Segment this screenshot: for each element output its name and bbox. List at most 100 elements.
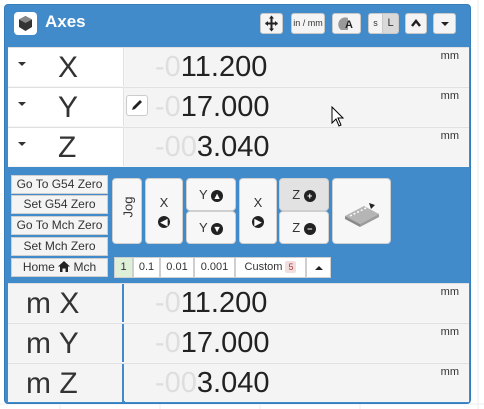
jog-z-plus-button[interactable]: Z + bbox=[279, 178, 329, 211]
axis-label: Y bbox=[58, 91, 79, 124]
leading-zeros: -0 bbox=[155, 287, 181, 319]
jog-label-box: Jog bbox=[112, 178, 142, 244]
units-toggle-button[interactable]: in / mm bbox=[291, 13, 325, 34]
leading-zeros: -0 bbox=[155, 51, 181, 83]
position-value: 11.200 bbox=[180, 51, 268, 83]
axis-label: Z bbox=[58, 131, 77, 164]
step-0-01-button[interactable]: 0.01 bbox=[160, 257, 194, 278]
axis-label: Y bbox=[198, 220, 208, 235]
caret-down-icon bbox=[18, 62, 26, 66]
axis-y-dropdown[interactable]: Y bbox=[8, 88, 124, 126]
auto-gauge-icon: A bbox=[337, 17, 353, 31]
jog-z-minus-button[interactable]: Z − bbox=[279, 211, 329, 244]
caret-down-icon bbox=[18, 142, 26, 146]
unit-label: mm bbox=[440, 50, 459, 62]
collapse-button[interactable] bbox=[405, 13, 427, 34]
axes-cube-icon bbox=[14, 12, 37, 35]
caret-down-icon bbox=[440, 22, 449, 26]
probe-button[interactable] bbox=[332, 178, 391, 244]
move-axes-button[interactable] bbox=[260, 13, 283, 34]
custom-label: Custom bbox=[244, 261, 283, 273]
set-g54-zero-button[interactable]: Set G54 Zero bbox=[11, 195, 108, 214]
position-value: 17.000 bbox=[180, 91, 270, 123]
axis-label: X bbox=[253, 195, 263, 210]
axis-label: Z bbox=[292, 220, 301, 235]
home-machine-button[interactable]: Home Mch bbox=[11, 258, 108, 277]
custom-step-badge: 5 bbox=[285, 261, 297, 273]
step-0-001-button[interactable]: 0.001 bbox=[194, 257, 235, 278]
axis-x-dropdown[interactable]: X bbox=[8, 48, 124, 86]
machine-z-value: -003.040 mm bbox=[125, 364, 469, 402]
machine-x-value: -011.200 mm bbox=[125, 284, 469, 322]
mdro-row-z: m Z -003.040 mm bbox=[8, 363, 469, 402]
dro-row-x: X -011.200 mm bbox=[8, 47, 469, 86]
machine-position-dro: m X -011.200 mm m Y -017.000 mm m Z -003… bbox=[8, 283, 469, 402]
arrow-down-icon: ▼ bbox=[211, 222, 224, 235]
chevron-up-icon bbox=[411, 18, 421, 27]
step-dropdown-button[interactable] bbox=[306, 257, 331, 278]
home-icon bbox=[58, 261, 71, 272]
position-value: 3.040 bbox=[196, 367, 270, 399]
axis-z-value[interactable]: -003.040 mm bbox=[125, 128, 469, 166]
axis-label: m Z bbox=[26, 367, 78, 400]
jog-label: Jog bbox=[120, 196, 136, 218]
machine-axis-x-label: m X bbox=[8, 284, 124, 322]
axes-panel: Axes in / mm A s L X -011.200 mm Y -017.… bbox=[4, 4, 471, 404]
step-custom-button[interactable]: Custom 5 bbox=[235, 257, 306, 278]
plus-icon: + bbox=[303, 189, 316, 202]
menu-dropdown-button[interactable] bbox=[433, 13, 456, 34]
mouse-cursor-icon bbox=[331, 106, 345, 127]
size-small-button[interactable]: s bbox=[368, 13, 383, 34]
pencil-icon bbox=[132, 100, 142, 110]
set-mch-zero-button[interactable]: Set Mch Zero bbox=[11, 237, 108, 256]
position-value: 11.200 bbox=[180, 287, 268, 319]
edit-position-button[interactable] bbox=[126, 95, 148, 116]
jog-controls: Go To G54 Zero Set G54 Zero Go To Mch Ze… bbox=[8, 171, 469, 283]
leading-zeros: -00 bbox=[155, 367, 197, 399]
position-value: 3.040 bbox=[196, 131, 270, 163]
step-1-button[interactable]: 1 bbox=[114, 257, 133, 278]
arrow-left-icon: ◀ bbox=[158, 215, 170, 228]
auto-button[interactable]: A bbox=[332, 13, 361, 34]
unit-label: mm bbox=[440, 366, 459, 378]
jog-x-plus-button[interactable]: X ▶ bbox=[239, 178, 277, 244]
jog-x-minus-button[interactable]: X ◀ bbox=[145, 178, 183, 244]
panel-title: Axes bbox=[45, 12, 86, 31]
axis-x-value[interactable]: -011.200 mm bbox=[125, 48, 469, 86]
goto-g54-zero-button[interactable]: Go To G54 Zero bbox=[11, 175, 108, 194]
mdro-row-x: m X -011.200 mm bbox=[8, 283, 469, 322]
leading-zeros: -0 bbox=[155, 91, 181, 123]
axis-label: Z bbox=[292, 187, 301, 202]
dro-row-z: Z -003.040 mm bbox=[8, 127, 469, 166]
svg-text:A: A bbox=[345, 19, 353, 31]
probe-plate-icon bbox=[344, 203, 379, 227]
goto-mch-zero-button[interactable]: Go To Mch Zero bbox=[11, 216, 108, 235]
home-label: Home bbox=[22, 260, 55, 274]
axis-label: m Y bbox=[26, 327, 79, 360]
axis-label: X bbox=[159, 195, 169, 210]
caret-down-icon bbox=[18, 102, 26, 106]
mdro-row-y: m Y -017.000 mm bbox=[8, 323, 469, 362]
dro-row-y: Y -017.000 mm bbox=[8, 87, 469, 127]
crosshair-icon bbox=[265, 15, 278, 32]
leading-zeros: -0 bbox=[155, 327, 181, 359]
unit-label: mm bbox=[440, 286, 459, 298]
axis-label: Y bbox=[198, 187, 208, 202]
size-large-button[interactable]: L bbox=[382, 13, 399, 34]
axis-y-value[interactable]: -017.000 mm bbox=[125, 88, 469, 127]
axis-z-dropdown[interactable]: Z bbox=[8, 128, 124, 166]
machine-axis-z-label: m Z bbox=[8, 364, 124, 402]
arrow-right-icon: ▶ bbox=[252, 215, 264, 228]
unit-label: mm bbox=[440, 326, 459, 338]
unit-label: mm bbox=[440, 90, 459, 102]
mch-label: Mch bbox=[73, 260, 97, 274]
step-0-1-button[interactable]: 0.1 bbox=[133, 257, 160, 278]
machine-y-value: -017.000 mm bbox=[125, 324, 469, 362]
axis-label: m X bbox=[26, 287, 80, 320]
panel-header: Axes in / mm A s L bbox=[5, 5, 470, 43]
minus-icon: − bbox=[303, 222, 316, 235]
jog-y-minus-button[interactable]: Y ▼ bbox=[186, 211, 236, 244]
arrow-up-icon: ▲ bbox=[211, 189, 224, 202]
position-value: 17.000 bbox=[180, 327, 270, 359]
jog-y-plus-button[interactable]: Y ▲ bbox=[186, 178, 236, 211]
